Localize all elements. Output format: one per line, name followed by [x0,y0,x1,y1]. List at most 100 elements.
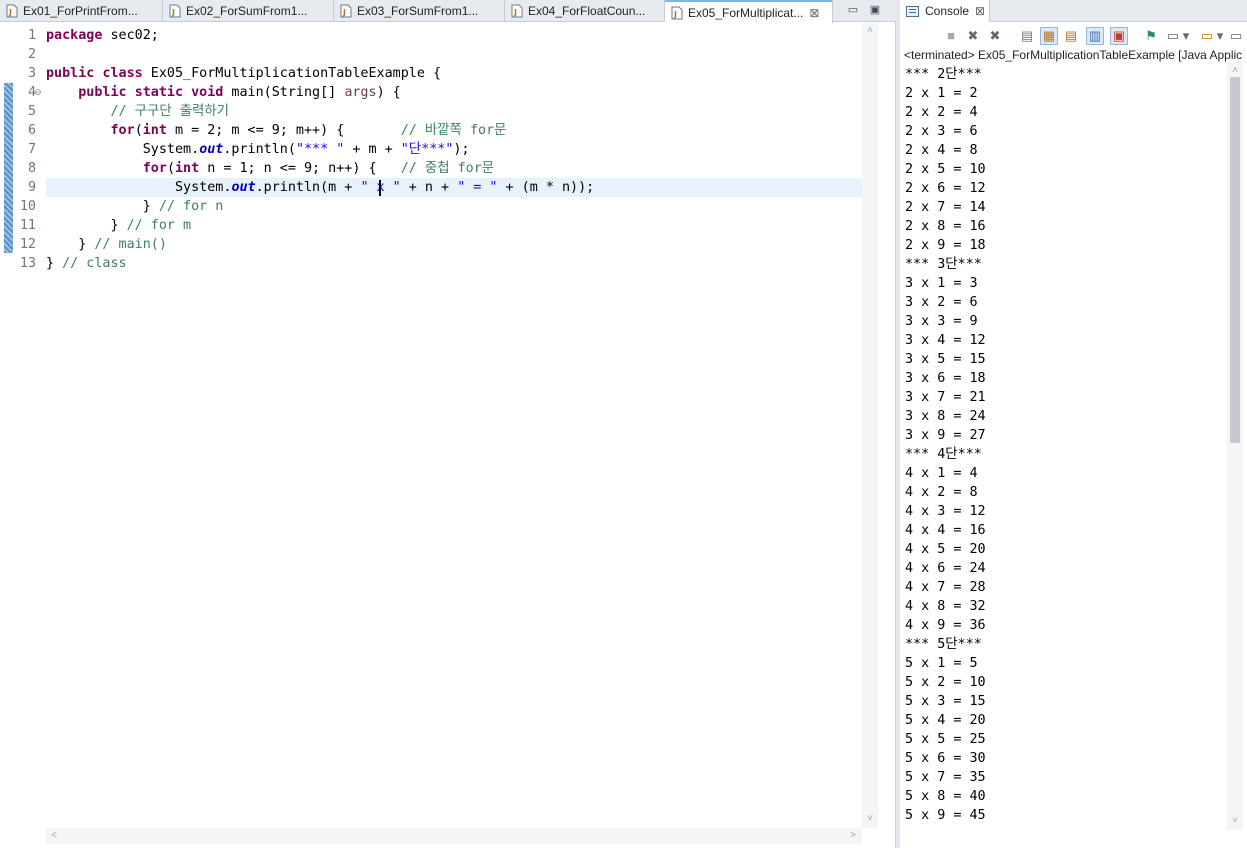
console-output-line: *** 5단*** [905,637,982,652]
code-line: } // main() [78,237,167,252]
java-file-icon: J [511,4,523,18]
tab-ex04[interactable]: J Ex04_ForFloatCoun... [505,0,665,22]
console-output-line: 5 x 2 = 10 [905,675,986,690]
scrollbar-thumb[interactable] [1230,77,1240,443]
show-on-stdout-icon[interactable]: ▥ [1086,27,1104,45]
scroll-up-icon[interactable]: ˄ [1229,65,1241,77]
line-number: 11 [19,218,36,233]
code-line: System.out.println("*** " + m + "단***"); [142,142,470,157]
console-output-line: 2 x 2 = 4 [905,105,978,120]
console-output-line: 5 x 3 = 15 [905,694,986,709]
scroll-down-icon[interactable]: ˅ [1229,815,1241,827]
tab-label: Ex01_ForPrintFrom... [23,4,138,18]
close-icon[interactable]: ⊠ [809,6,819,20]
remove-launch-icon[interactable]: ✖ [964,27,982,45]
tab-ex05[interactable]: J Ex05_ForMultiplicat... ⊠ [665,0,833,23]
text-caret [379,180,381,196]
console-output-line: 4 x 8 = 32 [905,599,986,614]
show-on-stderr-icon[interactable]: ▣ [1110,27,1128,45]
console-output-line: *** 2단*** [905,67,982,82]
console-output-line: 4 x 2 = 8 [905,485,978,500]
console-output-line: 5 x 5 = 25 [905,732,986,747]
chevron-down-icon[interactable]: ▾ [1181,27,1191,45]
console-output-line: 5 x 9 = 45 [905,808,986,823]
console-vertical-scrollbar[interactable]: ˄ ˅ [1227,63,1243,830]
console-output-line: 4 x 9 = 36 [905,618,986,633]
svg-text:J: J [513,8,517,17]
scroll-down-icon[interactable]: ˅ [864,813,876,825]
tab-label: Ex02_ForSumFrom1... [186,4,308,18]
editor-vertical-scrollbar[interactable]: ˄ ˅ [862,23,878,828]
svg-text:J: J [8,8,12,17]
word-wrap-icon[interactable]: ▤ [1062,27,1080,45]
console-toolbar: ■ ✖ ✖ ▤ ▦ ▤ ▥ ▣ ⚑ ▭ ▾ ▭ ▾ ▭ [900,23,1247,47]
remove-all-launches-icon[interactable]: ✖ [986,27,1004,45]
terminate-icon[interactable]: ■ [942,27,960,45]
console-output-line: 4 x 4 = 16 [905,523,986,538]
console-output-line: 2 x 7 = 14 [905,200,986,215]
line-number: 5 [27,104,36,119]
console-output-line: 3 x 6 = 18 [905,371,986,386]
code-line: } // for n [142,199,224,214]
editor-horizontal-scrollbar[interactable]: < > [46,828,862,844]
console-output-line: 4 x 7 = 28 [905,580,986,595]
console-output-line: 4 x 1 = 4 [905,466,978,481]
code-line: for(int m = 2; m <= 9; m++) { // 바깥쪽 for… [110,123,507,138]
display-console-icon[interactable]: ▭ [1164,27,1182,45]
code-editor[interactable]: 1 2 3 4 ⊖ 5 6 7 8 9 10 11 12 13 package … [0,23,878,828]
view-menu-icon[interactable]: ▭ [1230,27,1242,45]
console-output-line: 3 x 4 = 12 [905,333,986,348]
console-process-label: <terminated> Ex05_ForMultiplicationTable… [904,48,1243,62]
console-output-line: 4 x 5 = 20 [905,542,986,557]
tab-ex02[interactable]: J Ex02_ForSumFrom1... [163,0,334,22]
scroll-up-icon[interactable]: ˄ [864,25,876,37]
console-output[interactable]: *** 2단*** 2 x 1 = 2 2 x 2 = 4 2 x 3 = 6 2 x … [900,63,1227,830]
tab-ex03[interactable]: J Ex03_ForSumFrom1... [334,0,505,22]
svg-text:J: J [171,8,175,17]
pin-console-icon[interactable]: ⚑ [1142,27,1160,45]
svg-text:J: J [342,8,346,17]
change-indicator [4,83,13,253]
console-view: Console ⊠ ■ ✖ ✖ ▤ ▦ ▤ ▥ ▣ ⚑ ▭ ▾ ▭ ▾ ▭ <t… [900,0,1247,848]
close-icon[interactable]: ⊠ [975,4,985,18]
line-number: 6 [27,123,36,138]
tab-label: Ex03_ForSumFrom1... [357,4,479,18]
line-number: 8 [27,161,36,176]
console-output-line: 2 x 6 = 12 [905,181,986,196]
code-line: package sec02; [46,28,159,43]
line-number-ruler: 1 2 3 4 ⊖ 5 6 7 8 9 10 11 12 13 [0,23,44,828]
scroll-right-icon[interactable]: > [847,830,859,842]
console-output-line: 2 x 9 = 18 [905,238,986,253]
line-number: 2 [27,47,36,62]
code-line: } // class [46,256,127,271]
line-number: 12 [19,237,36,252]
maximize-icon[interactable]: ▣ [868,3,882,17]
console-output-line: 2 x 8 = 16 [905,219,986,234]
open-console-icon[interactable]: ▭ [1198,27,1216,45]
console-output-line: 4 x 3 = 12 [905,504,986,519]
console-output-line: 3 x 1 = 3 [905,276,978,291]
tab-ex01[interactable]: J Ex01_ForPrintFrom... [0,0,163,22]
line-number: 13 [19,256,36,271]
console-output-line: 3 x 3 = 9 [905,314,978,329]
console-output-line: 5 x 1 = 5 [905,656,978,671]
editor-pane: J Ex01_ForPrintFrom... J Ex02_ForSumFrom… [0,0,896,848]
clear-console-icon[interactable]: ▤ [1018,27,1036,45]
console-output-line: 2 x 5 = 10 [905,162,986,177]
minimize-icon[interactable]: ▭ [846,3,860,17]
scroll-lock-icon[interactable]: ▦ [1040,27,1058,45]
code-line: } // for m [110,218,192,233]
tab-label: Console [925,4,970,18]
fold-icon[interactable]: ⊖ [34,83,42,102]
line-number: 10 [19,199,36,214]
console-output-line: 2 x 4 = 8 [905,143,978,158]
tab-label: Ex05_ForMultiplicat... [688,5,804,20]
tab-console[interactable]: Console ⊠ [900,0,990,22]
console-output-line: 5 x 6 = 30 [905,751,986,766]
java-file-icon: J [6,4,18,18]
console-output-line: 3 x 7 = 21 [905,390,986,405]
code-line: public class Ex05_ForMultiplicationTable… [46,66,442,81]
console-output-line: 5 x 8 = 40 [905,789,986,804]
chevron-down-icon[interactable]: ▾ [1215,27,1225,45]
scroll-left-icon[interactable]: < [48,830,60,842]
